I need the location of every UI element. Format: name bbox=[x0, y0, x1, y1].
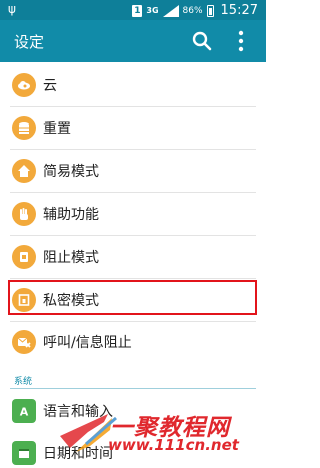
search-icon[interactable] bbox=[191, 30, 213, 52]
watermark-url: www.111cn.net bbox=[108, 436, 239, 454]
settings-item-reset[interactable]: 重置 bbox=[0, 107, 266, 149]
more-options-icon[interactable] bbox=[232, 28, 250, 54]
database-reset-icon bbox=[12, 116, 36, 140]
settings-item-label: 辅助功能 bbox=[43, 207, 99, 223]
cloud-icon bbox=[12, 73, 36, 97]
status-bar: ψ 1 3G 86% 15:27 bbox=[0, 0, 266, 20]
settings-item-call-block[interactable]: 呼叫/信息阻止 bbox=[0, 321, 266, 363]
app-bar: 设定 bbox=[0, 20, 266, 62]
settings-item-easy-mode[interactable]: 简易模式 bbox=[0, 150, 266, 192]
home-icon bbox=[12, 159, 36, 183]
settings-item-cloud[interactable]: 云 bbox=[0, 64, 266, 106]
signal-icon bbox=[162, 4, 179, 17]
sim-slot-badge: 1 bbox=[132, 4, 143, 17]
call-block-icon bbox=[12, 330, 36, 354]
settings-item-label: 云 bbox=[43, 78, 57, 94]
settings-item-blocking-mode[interactable]: 阻止模式 bbox=[0, 236, 266, 278]
settings-item-label: 简易模式 bbox=[43, 164, 99, 180]
section-header-system: 系统 bbox=[14, 377, 33, 387]
settings-item-label: 重置 bbox=[43, 121, 71, 137]
settings-item-label: 呼叫/信息阻止 bbox=[43, 335, 132, 351]
block-icon bbox=[12, 245, 36, 269]
settings-item-label: 阻止模式 bbox=[43, 250, 99, 266]
highlight-box bbox=[8, 280, 257, 315]
language-icon: A bbox=[12, 399, 36, 423]
settings-item-accessibility[interactable]: 辅助功能 bbox=[0, 193, 266, 235]
page-title: 设定 bbox=[14, 33, 45, 51]
section-divider bbox=[10, 388, 256, 389]
hand-icon bbox=[12, 202, 36, 226]
clock: 15:27 bbox=[220, 3, 258, 18]
battery-percent: 86% bbox=[182, 5, 203, 16]
battery-icon bbox=[206, 4, 214, 17]
usb-icon: ψ bbox=[8, 2, 16, 16]
network-type: 3G bbox=[146, 5, 159, 15]
svg-text:A: A bbox=[20, 406, 29, 419]
calendar-icon bbox=[12, 441, 36, 465]
